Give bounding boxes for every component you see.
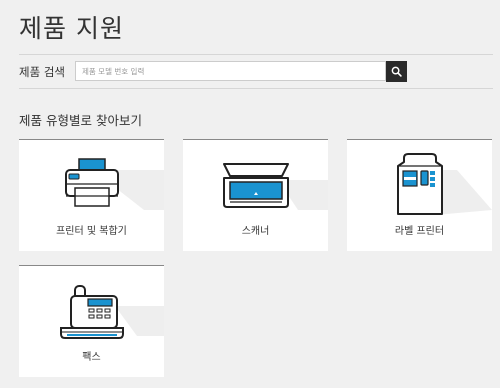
category-label: 팩스 — [82, 352, 101, 363]
category-label: 스캐너 — [241, 226, 270, 237]
category-card-fax[interactable]: 팩스 — [19, 265, 164, 377]
scanner-icon — [222, 163, 289, 208]
fax-icon — [59, 285, 124, 339]
search-button[interactable] — [386, 61, 407, 82]
section-title: 제품 유형별로 찾아보기 — [19, 113, 142, 128]
search-label: 제품 검색 — [19, 65, 65, 79]
label-printer-icon — [396, 153, 443, 215]
search-icon — [391, 66, 402, 77]
product-search: 제품 검색 — [19, 61, 493, 83]
category-card-label-printers[interactable]: 라벨 프린터 — [347, 139, 492, 251]
search-input[interactable] — [75, 61, 386, 81]
printer-icon — [64, 158, 119, 207]
category-label: 라벨 프린터 — [394, 226, 445, 237]
category-card-scanners[interactable]: 스캐너 — [183, 139, 328, 251]
category-card-printers[interactable]: 프린터 및 복합기 — [19, 139, 164, 251]
divider — [19, 54, 493, 55]
page-title: 제품 지원 — [19, 14, 124, 43]
category-label: 프린터 및 복합기 — [56, 226, 127, 237]
divider — [19, 88, 493, 89]
